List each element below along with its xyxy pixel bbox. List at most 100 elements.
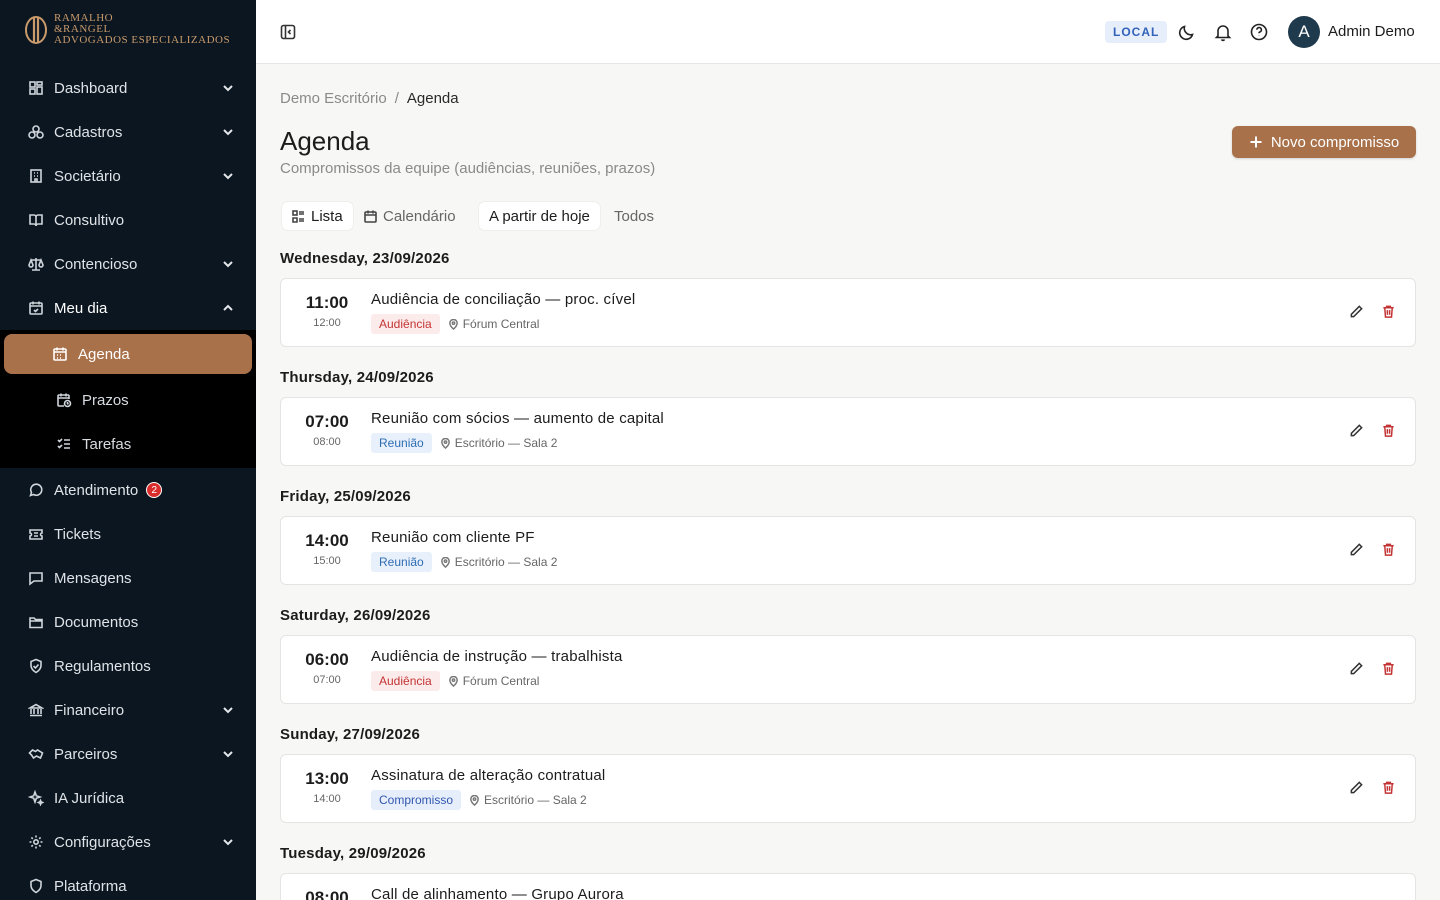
chevron-down-icon: [222, 747, 234, 759]
event-card[interactable]: 06:00 07:00 Audiência de instrução — tra…: [280, 635, 1416, 704]
filter-from-today-label: A partir de hoje: [489, 207, 590, 225]
sidebar-item-dashboard[interactable]: Dashboard: [0, 66, 256, 110]
day-heading: Friday, 25/09/2026: [280, 488, 411, 505]
event-meta: Reunião Escritório — Sala 2: [371, 433, 557, 453]
sidebar-item-documentos[interactable]: Documentos: [0, 600, 256, 644]
event-location: Escritório — Sala 2: [440, 555, 558, 569]
sidebar-item-label: IA Jurídica: [54, 789, 125, 807]
calendar-clock-icon: [56, 392, 72, 408]
sidebar-item-label: Cadastros: [54, 123, 123, 141]
tab-list-label: Lista: [311, 207, 343, 225]
trash-icon[interactable]: [1381, 304, 1397, 320]
sidebar-item-financeiro[interactable]: Financeiro: [0, 688, 256, 732]
sidebar-item-cadastros[interactable]: Cadastros: [0, 110, 256, 154]
brand-logo[interactable]: RAMALHO &RANGEL ADVOGADOS ESPECIALIZADOS: [24, 12, 230, 46]
pencil-icon[interactable]: [1349, 423, 1365, 439]
sidebar: RAMALHO &RANGEL ADVOGADOS ESPECIALIZADOS…: [0, 0, 256, 900]
chevron-down-icon: [222, 835, 234, 847]
event-meta: Reunião Escritório — Sala 2: [371, 552, 557, 572]
sidebar-item-societario[interactable]: Societário: [0, 154, 256, 198]
page-subtitle: Compromissos da equipe (audiências, reun…: [280, 160, 656, 177]
sidebar-item-label: Tickets: [54, 525, 101, 543]
event-type-badge: Audiência: [371, 314, 440, 334]
sidebar-item-meu-dia[interactable]: Meu dia: [0, 286, 256, 330]
chevron-down-icon: [222, 169, 234, 181]
sidebar-item-label: Plataforma: [54, 877, 127, 895]
event-location-label: Fórum Central: [462, 317, 540, 331]
bank-icon: [28, 702, 44, 718]
trash-icon[interactable]: [1381, 661, 1397, 677]
filter-all-label: Todos: [614, 207, 655, 225]
bell-icon[interactable]: [1213, 22, 1233, 42]
event-card[interactable]: 14:00 15:00 Reunião com cliente PF Reuni…: [280, 516, 1416, 585]
sidebar-item-label: Consultivo: [54, 211, 125, 229]
shield-check-icon: [28, 658, 44, 674]
event-start-time: 07:00: [305, 412, 349, 431]
pencil-icon[interactable]: [1349, 304, 1365, 320]
notification-count-badge: 2: [146, 482, 163, 498]
pencil-icon[interactable]: [1349, 661, 1365, 677]
trash-icon[interactable]: [1381, 780, 1397, 796]
sidebar-item-plataforma[interactable]: Plataforma: [0, 864, 256, 900]
sidebar-item-configuracoes[interactable]: Configurações: [0, 820, 256, 864]
sidebar-item-parceiros[interactable]: Parceiros: [0, 732, 256, 776]
event-title: Call de alinhamento — Grupo Aurora: [371, 886, 624, 900]
list-view-icon: [292, 209, 304, 223]
trash-icon[interactable]: [1381, 423, 1397, 439]
breadcrumb-parent[interactable]: Demo Escritório: [280, 90, 387, 107]
breadcrumb-separator: /: [394, 90, 399, 107]
tab-calendar-view[interactable]: Calendário: [354, 202, 466, 230]
meu-dia-submenu: Agenda Prazos Tarefas: [0, 330, 256, 468]
sidebar-item-atendimento[interactable]: Atendimento 2: [0, 468, 256, 512]
filter-from-today[interactable]: A partir de hoje: [479, 202, 600, 230]
new-appointment-label: Novo compromisso: [1270, 133, 1400, 151]
chevron-down-icon: [222, 125, 234, 137]
sidebar-item-regulamentos[interactable]: Regulamentos: [0, 644, 256, 688]
sidebar-item-agenda[interactable]: Agenda: [4, 334, 252, 374]
sidebar-item-label: Mensagens: [54, 569, 132, 587]
event-location: Fórum Central: [448, 317, 540, 331]
day-heading: Sunday, 27/09/2026: [280, 726, 421, 743]
user-name[interactable]: Admin Demo: [1328, 23, 1415, 40]
chevron-up-icon: [222, 301, 234, 313]
trash-icon[interactable]: [1381, 542, 1397, 558]
new-appointment-button[interactable]: Novo compromisso: [1232, 126, 1416, 158]
event-card[interactable]: 08:00 Call de alinhamento — Grupo Aurora: [280, 873, 1416, 900]
sidebar-item-prazos[interactable]: Prazos: [4, 378, 252, 422]
sidebar-item-label: Contencioso: [54, 255, 138, 273]
event-location-label: Escritório — Sala 2: [454, 555, 558, 569]
event-end-time: 14:00: [313, 793, 341, 805]
sidebar-item-label: Documentos: [54, 613, 139, 631]
help-icon[interactable]: [1249, 22, 1269, 42]
moon-icon[interactable]: [1177, 22, 1197, 42]
environment-badge: LOCAL: [1105, 21, 1168, 43]
pencil-icon[interactable]: [1349, 542, 1365, 558]
event-title: Audiência de conciliação — proc. cível: [371, 291, 636, 308]
event-start-time: 14:00: [305, 531, 349, 550]
filter-all[interactable]: Todos: [604, 202, 664, 230]
sidebar-item-tickets[interactable]: Tickets: [0, 512, 256, 556]
sidebar-item-tarefas[interactable]: Tarefas: [4, 422, 252, 466]
event-start-time: 08:00: [305, 888, 349, 900]
event-type-badge: Reunião: [371, 552, 432, 572]
sidebar-item-label: Prazos: [82, 391, 129, 409]
sidebar-toggle-icon[interactable]: [280, 24, 296, 40]
sidebar-item-consultivo[interactable]: Consultivo: [0, 198, 256, 242]
sidebar-item-label: Tarefas: [82, 435, 132, 453]
cadastros-icon: [28, 124, 44, 140]
sidebar-item-label: Financeiro: [54, 701, 125, 719]
tab-list-view[interactable]: Lista: [282, 202, 353, 230]
pencil-icon[interactable]: [1349, 780, 1365, 796]
event-card[interactable]: 11:00 12:00 Audiência de conciliação — p…: [280, 278, 1416, 347]
sidebar-item-mensagens[interactable]: Mensagens: [0, 556, 256, 600]
event-card[interactable]: 07:00 08:00 Reunião com sócios — aumento…: [280, 397, 1416, 466]
avatar[interactable]: A: [1288, 16, 1320, 48]
handshake-icon: [28, 746, 44, 762]
dashboard-icon: [28, 80, 44, 96]
day-heading: Saturday, 26/09/2026: [280, 607, 431, 624]
sidebar-item-ia-juridica[interactable]: IA Jurídica: [0, 776, 256, 820]
main-content: Demo Escritório / Agenda Agenda Compromi…: [256, 64, 1440, 900]
event-card[interactable]: 13:00 14:00 Assinatura de alteração cont…: [280, 754, 1416, 823]
top-bar: LOCAL A Admin Demo: [256, 0, 1440, 64]
sidebar-item-contencioso[interactable]: Contencioso: [0, 242, 256, 286]
